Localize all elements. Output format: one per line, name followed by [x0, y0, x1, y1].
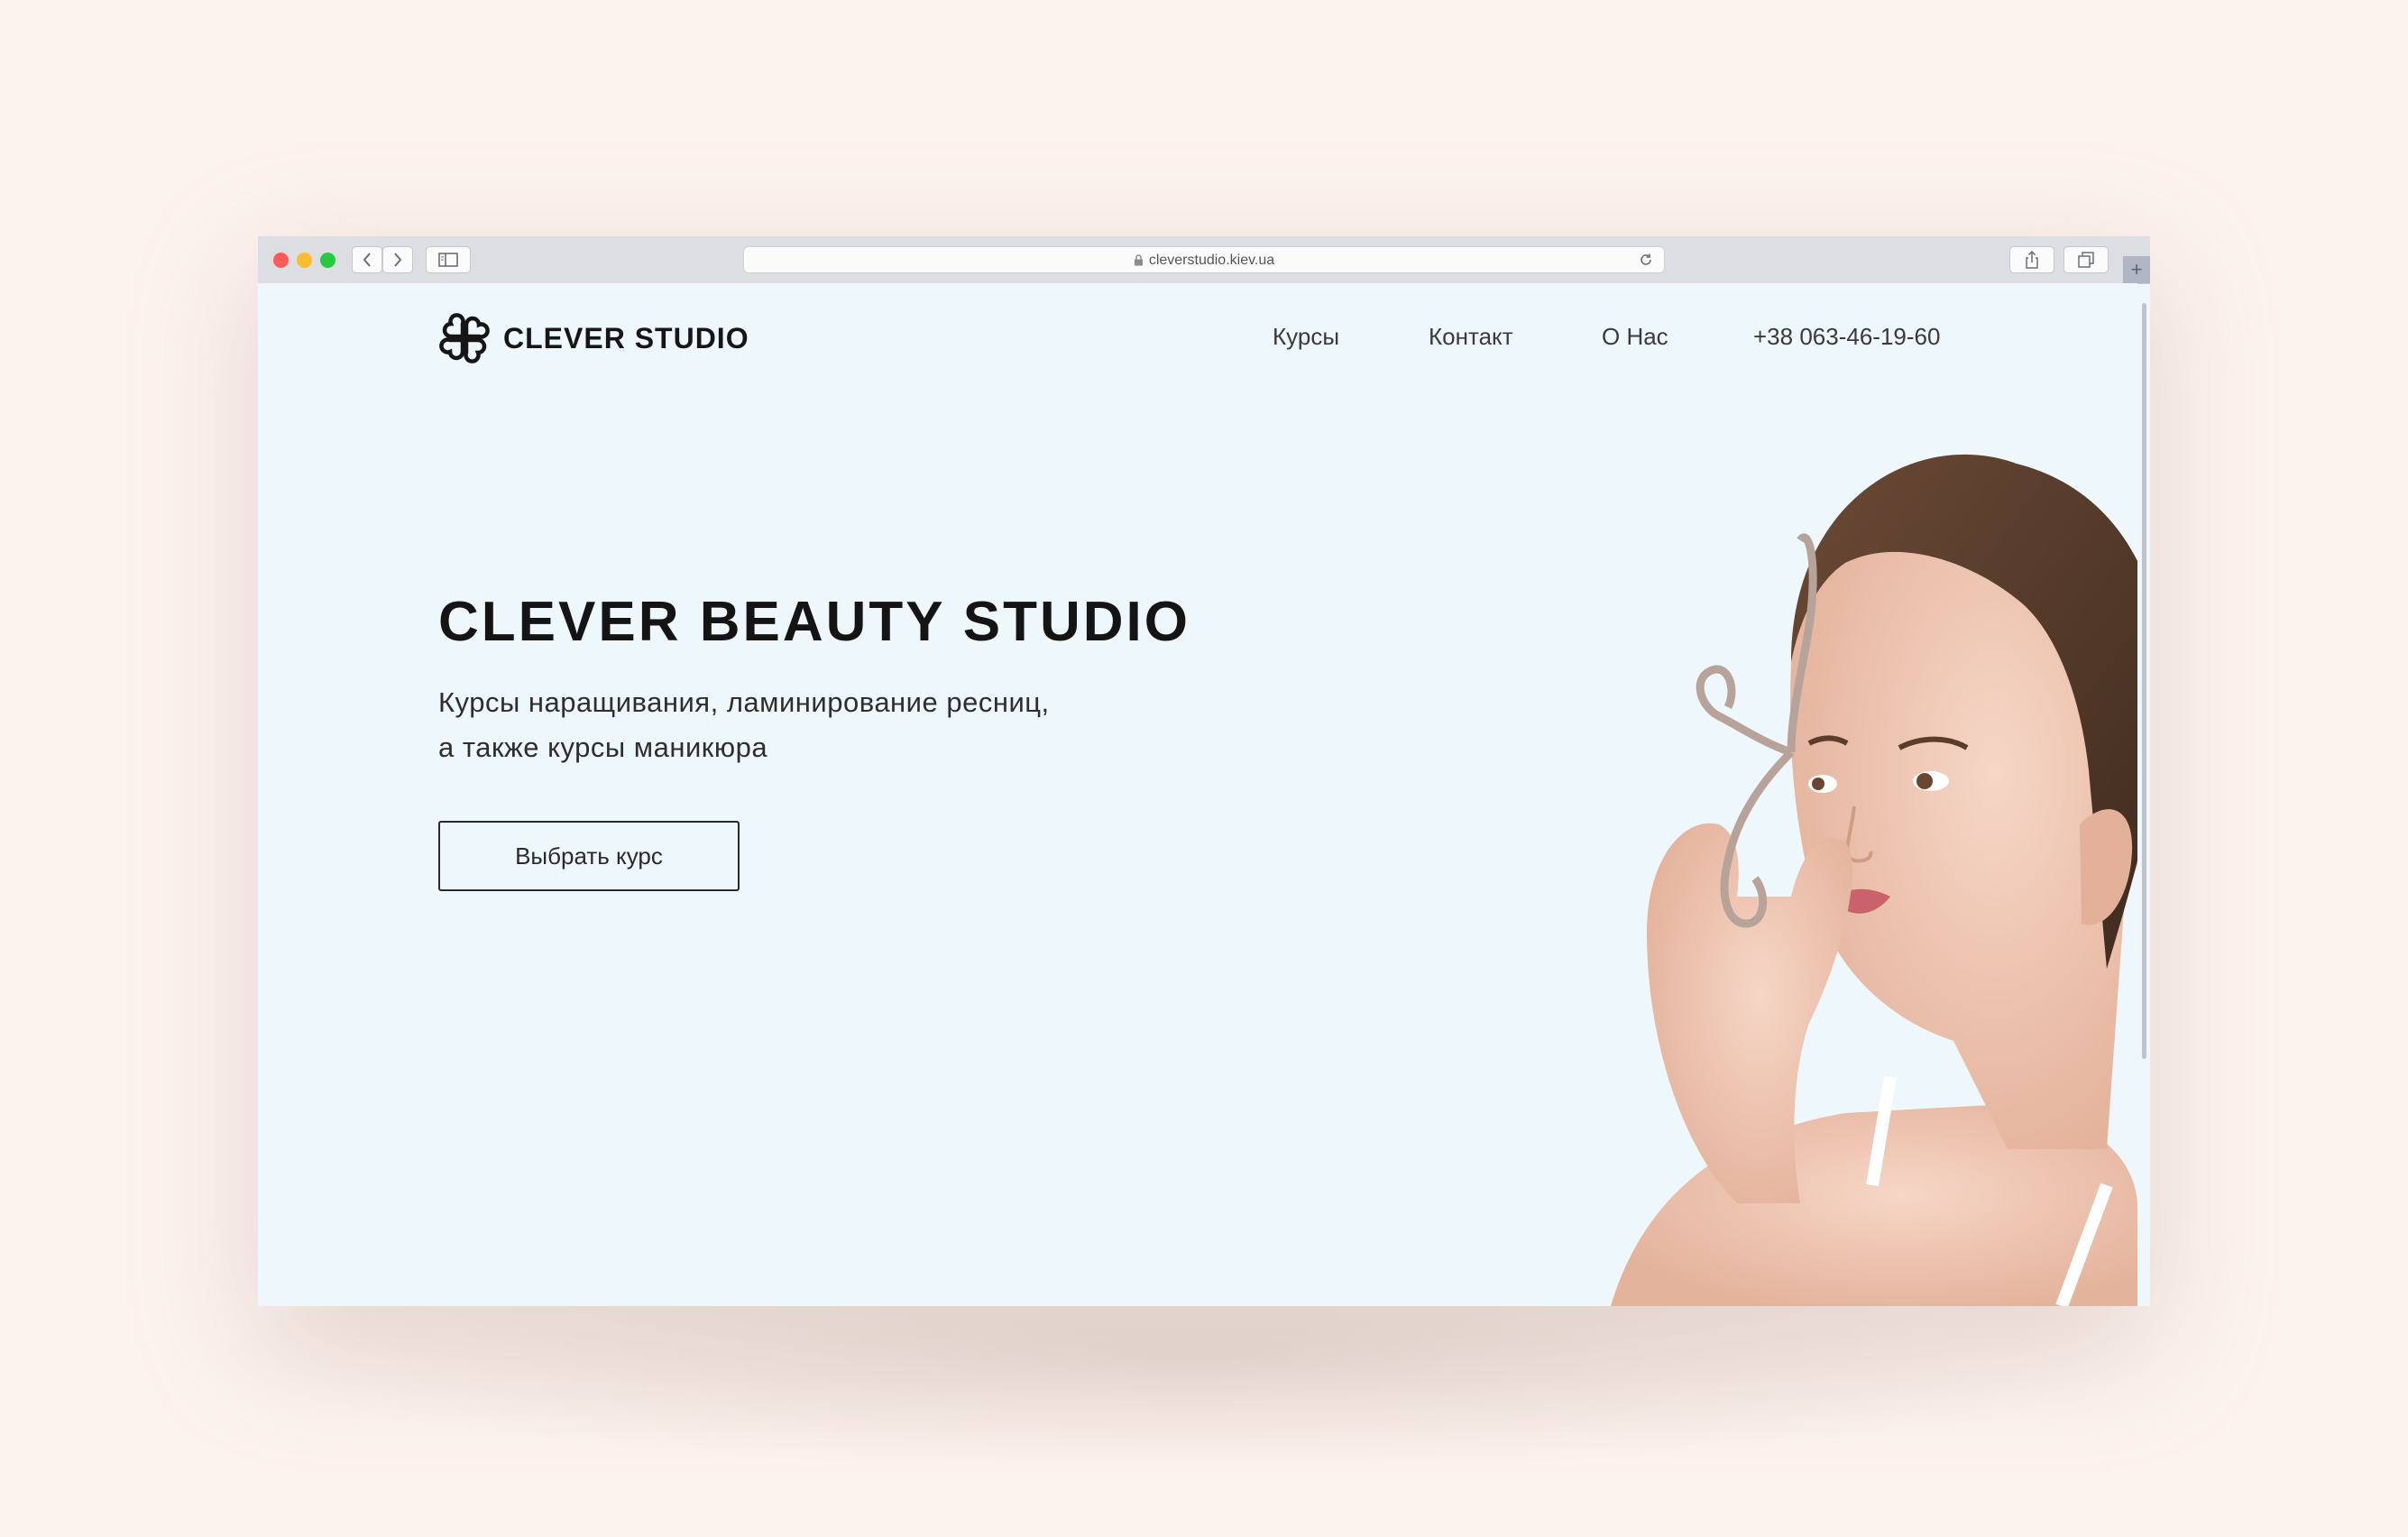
close-window-button[interactable]	[273, 253, 289, 268]
nav-contact-link[interactable]: Контакт	[1429, 323, 1513, 351]
sidebar-toggle-button[interactable]	[426, 246, 471, 273]
logo-text: CLEVER STUDIO	[503, 321, 749, 354]
chevron-right-icon	[394, 253, 402, 267]
nav-courses-link[interactable]: Курсы	[1273, 323, 1339, 351]
nav-about-link[interactable]: О Нас	[1602, 323, 1668, 351]
back-button[interactable]	[352, 246, 382, 273]
chevron-left-icon	[363, 253, 371, 267]
new-tab-button[interactable]: +	[2123, 256, 2150, 283]
site-logo[interactable]: CLEVER STUDIO	[438, 312, 749, 364]
hero-title: CLEVER BEAUTY STUDIO	[438, 591, 1190, 653]
tabs-overview-button[interactable]	[2063, 246, 2109, 273]
sidebar-icon	[438, 253, 458, 267]
tabs-icon	[2078, 252, 2094, 268]
page-scrollbar[interactable]	[2142, 303, 2146, 1059]
nav-phone-link[interactable]: +38 063-46-19-60	[1753, 323, 1940, 351]
forward-button[interactable]	[382, 246, 413, 273]
minimize-window-button[interactable]	[297, 253, 312, 268]
lock-icon	[1134, 254, 1143, 266]
share-icon	[2026, 251, 2038, 269]
share-button[interactable]	[2009, 246, 2054, 273]
address-bar[interactable]: cleverstudio.kiev.ua	[743, 246, 1665, 273]
clover-logo-icon	[439, 313, 490, 364]
url-text: cleverstudio.kiev.ua	[1148, 253, 1275, 268]
browser-toolbar: cleverstudio.kiev.ua +	[258, 236, 2150, 284]
reload-icon[interactable]	[1639, 253, 1653, 267]
zoom-window-button[interactable]	[320, 253, 335, 268]
web-page: CLEVER STUDIO Курсы Контакт О Нас +38 06…	[258, 283, 2137, 1306]
hero-photo	[1611, 454, 2137, 1306]
choose-course-button[interactable]: Выбрать курс	[438, 821, 740, 891]
browser-window: cleverstudio.kiev.ua + CLEVER STUDIO Кур…	[258, 236, 2150, 1306]
